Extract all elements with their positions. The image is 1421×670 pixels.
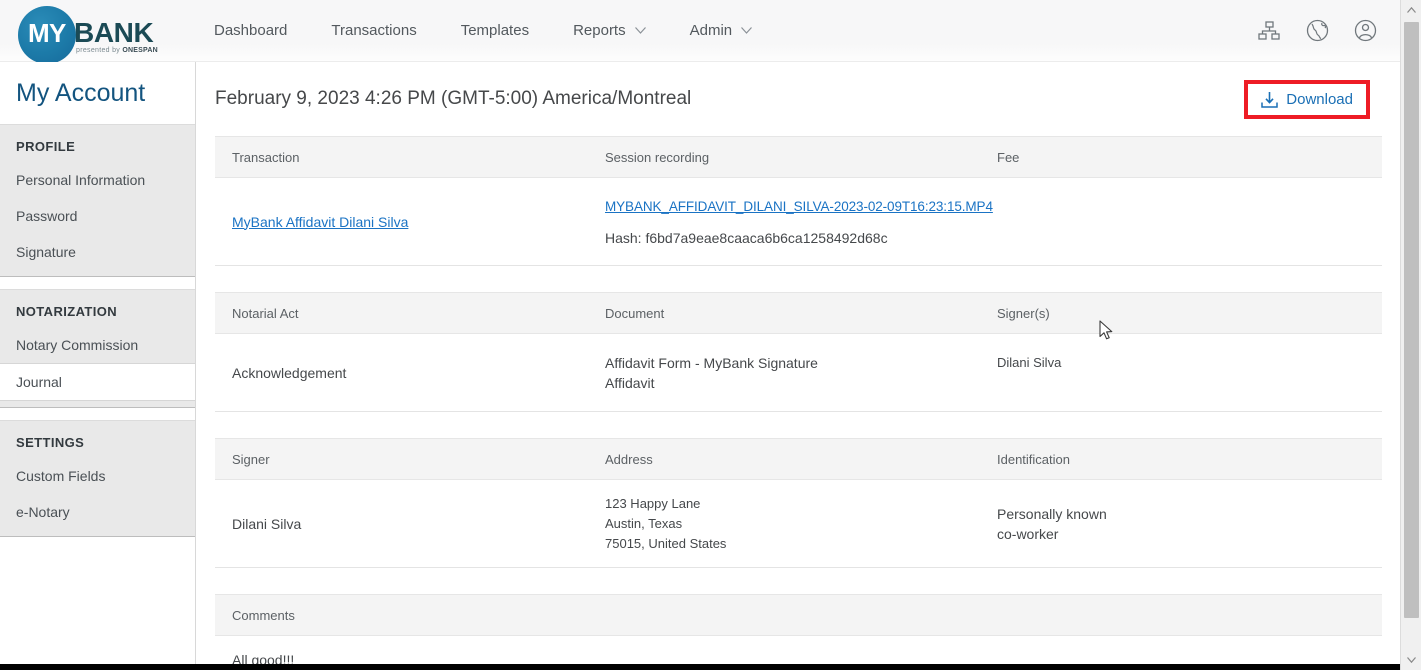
nav-label-templates: Templates [460,22,530,39]
column-header-session-recording: Session recording [605,149,710,165]
cell-session-recording: MYBANK_AFFIDAVIT_DILANI_SILVA-2023-02-09… [605,196,997,248]
nav-item-reports[interactable]: Reports [551,0,668,62]
session-recording-hash: Hash: f6bd7a9eae8caaca6b6ca1258492d68c [605,229,888,246]
sidebar-item-password[interactable]: Password [0,198,195,234]
nav-label-dashboard: Dashboard [214,22,288,39]
table-header-row: Notarial Act Document Signer(s) [215,292,1382,334]
column-header-signer: Signer [232,451,270,467]
column-header-transaction: Transaction [232,149,300,165]
column-header-identification: Identification [997,451,1070,467]
cell-transaction: MyBank Affidavit Dilani Silva [215,212,605,232]
user-account-icon[interactable] [1352,18,1378,44]
sidebar-item-notary-commission[interactable]: Notary Commission [0,327,195,363]
mybank-logo[interactable]: MY BANK presented by ONESPAN [14,0,182,64]
sidebar-group-title-settings: SETTINGS [16,434,85,450]
nav-item-admin[interactable]: Admin [668,0,775,62]
nav-label-admin: Admin [689,22,733,39]
download-icon [1261,91,1279,108]
document-line-1: Affidavit Form - MyBank Signature [605,354,818,371]
logo-text-bank: BANK [74,16,154,48]
sidebar-item-e-notary[interactable]: e-Notary [0,494,195,530]
main-content: February 9, 2023 4:26 PM (GMT-5:00) Amer… [197,62,1400,670]
content-header: February 9, 2023 4:26 PM (GMT-5:00) Amer… [215,62,1382,136]
globe-icon[interactable] [1304,18,1330,44]
nav-label-reports: Reports [573,22,626,39]
transaction-table: Transaction Session recording Fee MyBank… [215,136,1382,266]
sidebar-group-profile: PROFILE Personal Information Password Si… [0,123,195,277]
nav-item-transactions[interactable]: Transactions [309,0,438,62]
column-header-document: Document [605,305,665,321]
top-navigation-bar: MY BANK presented by ONESPAN Dashboard T… [0,0,1400,64]
cell-identification: Personally known co-worker [997,504,1382,544]
sidebar-group-notarization: NOTARIZATION Notary Commission Journal [0,288,195,408]
table-row: Dilani Silva 123 Happy Lane Austin, Texa… [215,480,1382,568]
table-header-row: Transaction Session recording Fee [215,136,1382,178]
notarial-act-table: Notarial Act Document Signer(s) Acknowle… [215,292,1382,412]
signer-name: Dilani Silva [997,354,1062,370]
signer-table: Signer Address Identification Dilani Sil… [215,438,1382,568]
cell-signers: Dilani Silva [997,355,1382,383]
table-header-row: Signer Address Identification [215,438,1382,480]
logo-text-my: MY [28,17,66,48]
cell-address: 123 Happy Lane Austin, Texas 75015, Unit… [605,494,997,554]
nav-item-templates[interactable]: Templates [439,0,551,62]
scroll-down-arrow-icon[interactable] [1401,650,1421,670]
top-bar-actions [1256,18,1400,44]
document-line-2: Affidavit [605,374,655,391]
comments-table: Comments All good!!! [215,594,1382,670]
table-row: Acknowledgement Affidavit Form - MyBank … [215,334,1382,412]
identification-line-1: Personally known [997,505,1107,522]
sidebar-group-title-profile: PROFILE [16,138,76,154]
column-header-fee: Fee [997,149,1020,165]
sidebar: My Account PROFILE Personal Information … [0,62,196,670]
sitemap-icon[interactable] [1256,18,1282,44]
column-header-signers: Signer(s) [997,305,1050,321]
session-recording-link[interactable]: MYBANK_AFFIDAVIT_DILANI_SILVA-2023-02-09… [605,199,993,214]
window-bottom-edge [0,664,1400,670]
logo-tagline: presented by ONESPAN [76,47,158,54]
main-menu: Dashboard Transactions Templates Reports… [192,0,774,62]
sidebar-item-signature[interactable]: Signature [0,234,195,270]
table-row: MyBank Affidavit Dilani Silva MYBANK_AFF… [215,178,1382,266]
column-header-comments: Comments [232,607,295,623]
sidebar-item-journal[interactable]: Journal [0,362,195,401]
cell-document: Affidavit Form - MyBank Signature Affida… [605,353,997,393]
nav-item-dashboard[interactable]: Dashboard [192,0,309,62]
download-button[interactable]: Download [1257,90,1357,109]
transaction-link[interactable]: MyBank Affidavit Dilani Silva [232,214,408,230]
chevron-down-icon [634,27,646,34]
download-highlight-box: Download [1244,79,1370,119]
vertical-scrollbar[interactable] [1400,0,1421,670]
journal-entry-timestamp: February 9, 2023 4:26 PM (GMT-5:00) Amer… [215,88,692,109]
sidebar-group-title-notarization: NOTARIZATION [16,303,118,319]
page-title: My Account [16,79,146,107]
nav-label-transactions: Transactions [331,22,417,39]
scrollbar-thumb[interactable] [1404,22,1419,618]
sidebar-item-personal-information[interactable]: Personal Information [0,162,195,198]
scroll-up-arrow-icon[interactable] [1401,0,1421,20]
sidebar-item-custom-fields[interactable]: Custom Fields [0,458,195,494]
column-header-address: Address [605,451,653,467]
logo-tagline-prefix: presented by [76,46,123,54]
identification-line-2: co-worker [997,525,1059,542]
sidebar-group-settings: SETTINGS Custom Fields e-Notary [0,419,195,537]
address-line-2: Austin, Texas [605,515,683,531]
download-button-label: Download [1286,90,1353,108]
table-header-row: Comments [215,594,1382,636]
cell-signer-name: Dilani Silva [232,515,302,532]
app-window: MY BANK presented by ONESPAN Dashboard T… [0,0,1421,670]
cell-notarial-act: Acknowledgement [232,364,347,381]
chevron-down-icon [741,27,753,34]
column-header-notarial-act: Notarial Act [232,305,299,321]
address-line-3: 75015, United States [605,535,727,551]
address-line-1: 123 Happy Lane [605,495,701,511]
logo-tagline-brand: ONESPAN [122,46,158,54]
